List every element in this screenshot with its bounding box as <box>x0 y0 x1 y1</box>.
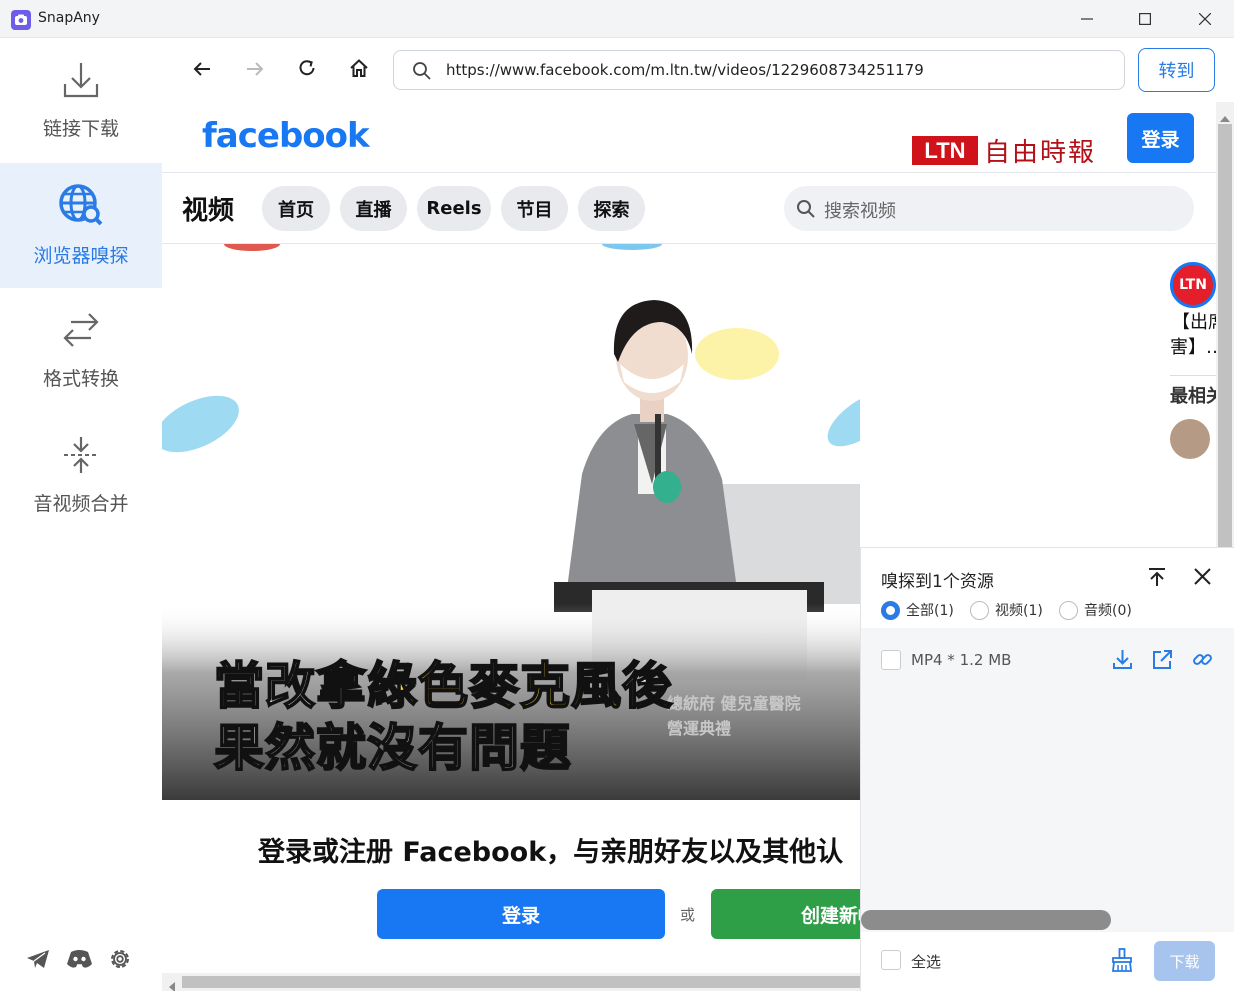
scroll-up-icon[interactable] <box>1220 108 1230 127</box>
svg-text:營運典禮: 營運典禮 <box>667 719 731 738</box>
sidebar-item-link-download[interactable]: 链接下载 <box>0 38 162 163</box>
reload-button[interactable] <box>292 55 322 85</box>
url-text: https://www.facebook.com/m.ltn.tw/videos… <box>446 61 924 79</box>
horizontal-scroll-thumb[interactable] <box>182 976 862 988</box>
download-icon <box>62 60 100 104</box>
clear-broom-icon[interactable] <box>1111 948 1133 976</box>
divider <box>162 172 1216 173</box>
sidebar: 链接下载 浏览器嗅探 格式转换 音视频合并 <box>0 38 162 991</box>
radio-icon <box>970 600 989 620</box>
related-heading: 最相关 <box>1170 386 1216 407</box>
sidebar-item-label: 音视频合并 <box>33 493 129 515</box>
search-icon <box>412 61 432 85</box>
scroll-left-icon[interactable] <box>168 977 176 991</box>
filter-label: 音频(0) <box>1084 603 1132 619</box>
search-placeholder: 搜索视频 <box>824 201 896 222</box>
sidebar-item-browser-sniff[interactable]: 浏览器嗅探 <box>0 163 162 288</box>
sidebar-item-format-convert[interactable]: 格式转换 <box>0 288 162 413</box>
divider <box>1170 375 1216 376</box>
arrow-left-icon <box>193 61 211 80</box>
download-icon[interactable] <box>1112 649 1133 674</box>
header-login-button[interactable]: 登录 <box>1127 113 1194 163</box>
filter-label: 视频(1) <box>995 603 1043 619</box>
video-search-input[interactable]: 搜索视频 <box>784 186 1194 231</box>
discord-icon[interactable] <box>66 948 93 974</box>
radio-icon <box>1059 600 1078 620</box>
minimize-button[interactable] <box>1058 0 1116 38</box>
maximize-button[interactable] <box>1116 0 1174 38</box>
go-button[interactable]: 转到 <box>1138 48 1215 92</box>
merge-icon <box>61 435 101 479</box>
panel-scroll-thumb[interactable] <box>861 910 1111 930</box>
sidebar-item-label: 浏览器嗅探 <box>33 245 129 267</box>
or-label: 或 <box>680 906 696 924</box>
select-all-checkbox[interactable] <box>881 950 901 970</box>
tab-explore[interactable]: 探索 <box>578 186 645 231</box>
globe-search-icon <box>58 183 104 231</box>
app-logo-icon <box>11 10 31 30</box>
home-icon <box>349 58 369 82</box>
reload-icon <box>297 58 317 82</box>
resource-label: MP4 * 1.2 MB <box>911 651 1012 669</box>
tab-home[interactable]: 首页 <box>262 186 330 231</box>
url-input[interactable]: https://www.facebook.com/m.ltn.tw/videos… <box>393 50 1125 90</box>
tab-reels[interactable]: Reels <box>417 186 491 231</box>
arrow-right-icon <box>246 61 264 80</box>
search-icon <box>796 199 816 223</box>
download-button[interactable]: 下载 <box>1154 941 1215 981</box>
select-all-label: 全选 <box>911 953 942 971</box>
sidebar-item-label: 格式转换 <box>42 368 119 390</box>
related-text[interactable]: 【出席 <box>1172 308 1216 334</box>
filter-all-radio[interactable]: 全部(1) <box>881 600 954 620</box>
filter-label: 全部(1) <box>906 603 954 619</box>
open-external-icon[interactable] <box>1152 649 1173 674</box>
sniff-panel: 嗅探到1个资源 全部(1) 视频(1) 音频(0) MP4 * 1.2 MB 全… <box>860 547 1234 991</box>
swap-arrows-icon <box>61 310 101 354</box>
sniff-header: 嗅探到1个资源 全部(1) 视频(1) 音频(0) <box>861 548 1234 628</box>
title-bar: SnapAny <box>0 0 1234 38</box>
tab-live[interactable]: 直播 <box>340 186 407 231</box>
home-button[interactable] <box>344 55 374 85</box>
login-button[interactable]: 登录 <box>377 889 665 939</box>
sniff-title: 嗅探到1个资源 <box>881 572 994 592</box>
link-icon[interactable] <box>1192 649 1213 674</box>
telegram-icon[interactable] <box>26 948 50 974</box>
video-player[interactable]: 總統府 健兒童醫院 營運典禮 當改拿綠色麥克風後 果然就沒有問題 <box>162 244 860 800</box>
radio-selected-icon <box>881 600 900 620</box>
video-subtitle-line2: 果然就沒有問題 <box>213 718 571 778</box>
channel-name: 自由時報 <box>984 138 1097 168</box>
pin-top-icon[interactable] <box>1147 567 1167 591</box>
login-prompt-text: 登录或注册 Facebook，与亲朋好友以及其他认 <box>258 837 844 868</box>
section-title: 视频 <box>182 196 235 226</box>
back-button[interactable] <box>187 55 217 85</box>
channel-avatar[interactable]: LTN <box>1170 262 1216 308</box>
tab-shows[interactable]: 节目 <box>501 186 568 231</box>
filter-video-radio[interactable]: 视频(1) <box>970 600 1043 620</box>
close-window-button[interactable] <box>1176 0 1234 38</box>
forward-button[interactable] <box>240 55 270 85</box>
svg-text:總統府 健兒童醫院: 總統府 健兒童醫院 <box>667 694 801 713</box>
sniff-footer: 全选 下载 <box>861 932 1234 991</box>
sidebar-item-label: 链接下载 <box>42 118 119 140</box>
window-title: SnapAny <box>38 10 100 26</box>
vertical-scroll-thumb[interactable] <box>1218 124 1232 594</box>
settings-icon[interactable] <box>108 947 132 975</box>
channel-logo: LTN <box>912 136 978 165</box>
filter-audio-radio[interactable]: 音频(0) <box>1059 600 1132 620</box>
related-column: LTN 【出席 害】… 最相关 <box>1170 262 1216 492</box>
sidebar-item-av-merge[interactable]: 音视频合并 <box>0 413 162 538</box>
avatar[interactable] <box>1170 419 1210 459</box>
close-icon[interactable] <box>1194 568 1211 589</box>
resource-checkbox[interactable] <box>881 650 901 670</box>
related-text[interactable]: 害】… <box>1170 333 1216 359</box>
facebook-logo[interactable]: facebook <box>202 116 370 156</box>
